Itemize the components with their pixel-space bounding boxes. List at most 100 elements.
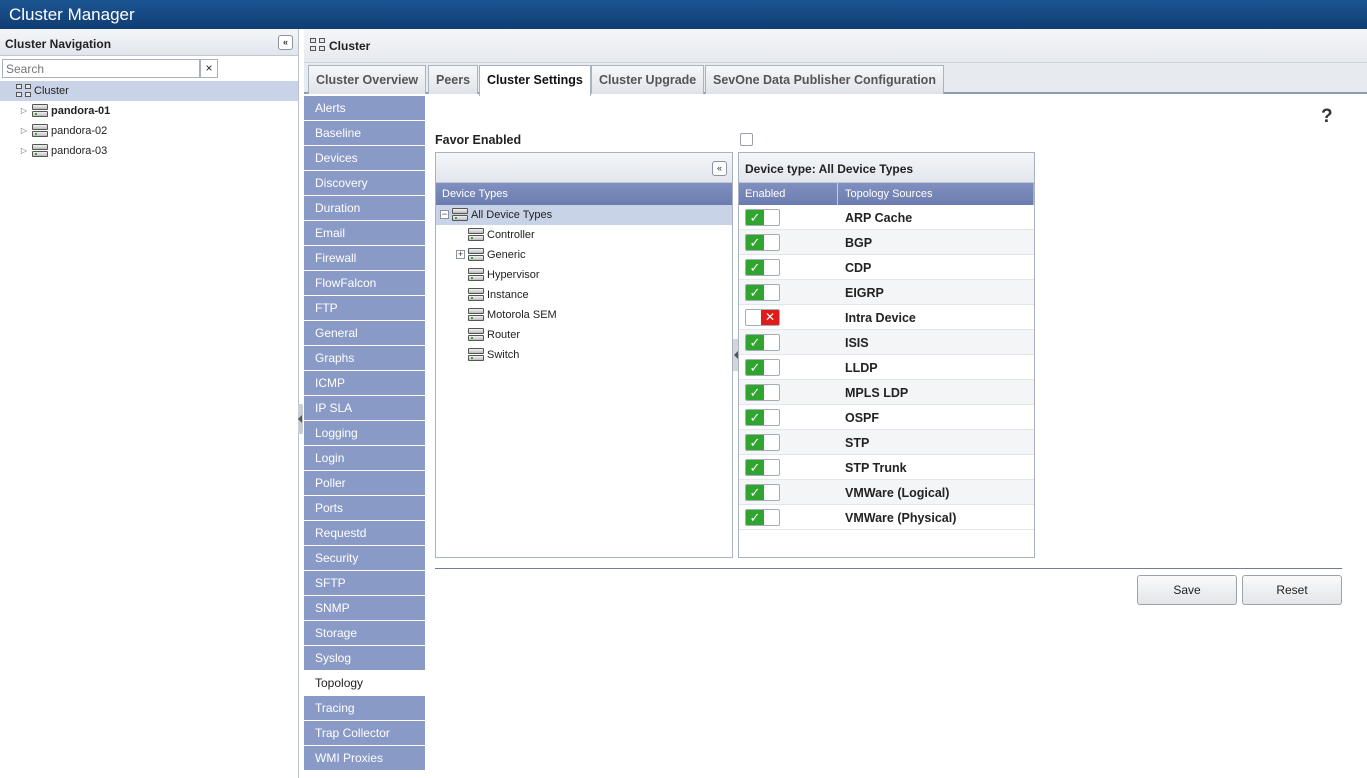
enabled-toggle[interactable]: ✓ [745, 234, 780, 251]
menu-item-ports[interactable]: Ports [304, 496, 425, 521]
device-types-panel: « Device Types − All Device Types Contro… [435, 152, 733, 558]
tree-node-label: pandora-02 [51, 125, 108, 137]
topology-sources-panel: Device type: All Device Types Enabled To… [738, 152, 1035, 558]
menu-item-baseline[interactable]: Baseline [304, 121, 425, 146]
device-type-root[interactable]: − All Device Types [436, 205, 732, 225]
expand-arrow-icon[interactable]: ▷ [19, 101, 29, 121]
menu-item-ip-sla[interactable]: IP SLA [304, 396, 425, 421]
menu-item-wmi-proxies[interactable]: WMI Proxies [304, 746, 425, 771]
device-types-toolbar: « [436, 153, 732, 183]
column-separator [837, 183, 838, 205]
device-type-label: All Device Types [471, 209, 553, 221]
server-icon [32, 104, 48, 118]
tree-node-server[interactable]: ▷ pandora-02 [0, 121, 298, 141]
device-type-item[interactable]: Switch [436, 345, 732, 365]
tab-cluster-settings[interactable]: Cluster Settings [479, 65, 591, 96]
source-name: MPLS LDP [845, 386, 909, 400]
menu-item-alerts[interactable]: Alerts [304, 96, 425, 121]
menu-item-login[interactable]: Login [304, 446, 425, 471]
device-types-column-header: Device Types [436, 183, 732, 205]
menu-item-firewall[interactable]: Firewall [304, 246, 425, 271]
menu-item-poller[interactable]: Poller [304, 471, 425, 496]
device-type-item[interactable]: Router [436, 325, 732, 345]
favor-enabled-label: Favor Enabled [435, 133, 522, 147]
enabled-toggle[interactable]: ✓ [745, 459, 780, 476]
tab-cluster-upgrade[interactable]: Cluster Upgrade [591, 65, 705, 94]
table-row: ✓ EIGRP [739, 280, 1034, 305]
menu-item-topology[interactable]: Topology [304, 671, 425, 696]
menu-item-discovery[interactable]: Discovery [304, 171, 425, 196]
menu-item-trap-collector[interactable]: Trap Collector [304, 721, 425, 746]
tree-node-server[interactable]: ▷ pandora-03 [0, 141, 298, 161]
enabled-toggle[interactable]: ✓ [745, 259, 780, 276]
menu-item-ftp[interactable]: FTP [304, 296, 425, 321]
check-icon: ✓ [746, 510, 764, 525]
menu-item-general[interactable]: General [304, 321, 425, 346]
collapse-panel-icon[interactable]: « [712, 161, 727, 176]
check-icon: ✓ [746, 210, 764, 225]
expand-node-icon[interactable]: + [456, 250, 465, 259]
menu-item-logging[interactable]: Logging [304, 421, 425, 446]
divider [435, 568, 1342, 569]
favor-enabled-checkbox[interactable] [740, 133, 753, 146]
enabled-toggle[interactable]: ✓ [745, 209, 780, 226]
enabled-toggle[interactable]: ✓ [745, 484, 780, 501]
check-icon: ✓ [746, 410, 764, 425]
menu-item-graphs[interactable]: Graphs [304, 346, 425, 371]
search-input[interactable] [2, 59, 200, 78]
cluster-icon [16, 84, 32, 98]
menu-item-tracing[interactable]: Tracing [304, 696, 425, 721]
disabled-toggle[interactable]: ✕ [745, 309, 780, 326]
enabled-toggle[interactable]: ✓ [745, 359, 780, 376]
app-title-bar: Cluster Manager [0, 0, 1367, 29]
device-type-item[interactable]: Motorola SEM [436, 305, 732, 325]
enabled-toggle[interactable]: ✓ [745, 509, 780, 526]
tab-sevone-data-publisher[interactable]: SevOne Data Publisher Configuration [705, 65, 944, 94]
expand-arrow-icon[interactable]: ▷ [19, 141, 29, 161]
menu-item-devices[interactable]: Devices [304, 146, 425, 171]
menu-item-duration[interactable]: Duration [304, 196, 425, 221]
table-row: ✓ STP [739, 430, 1034, 455]
source-name: STP Trunk [845, 461, 907, 475]
menu-item-snmp[interactable]: SNMP [304, 596, 425, 621]
server-icon [452, 208, 468, 222]
device-type-label: Router [487, 329, 521, 341]
collapse-nav-icon[interactable]: « [278, 35, 293, 50]
menu-item-syslog[interactable]: Syslog [304, 646, 425, 671]
menu-item-storage[interactable]: Storage [304, 621, 425, 646]
clear-search-button[interactable]: × [200, 59, 218, 78]
save-button[interactable]: Save [1137, 575, 1237, 605]
menu-item-flowfalcon[interactable]: FlowFalcon [304, 271, 425, 296]
menu-item-email[interactable]: Email [304, 221, 425, 246]
device-type-item[interactable]: Controller [436, 225, 732, 245]
device-type-item[interactable]: Instance [436, 285, 732, 305]
enabled-toggle[interactable]: ✓ [745, 334, 780, 351]
device-type-label: Generic [487, 249, 526, 261]
cross-icon: ✕ [761, 310, 779, 325]
device-type-label: Motorola SEM [487, 309, 557, 321]
app-title: Cluster Manager [9, 5, 135, 24]
tree-node-server[interactable]: ▷ pandora-01 [0, 101, 298, 121]
device-type-item[interactable]: + Generic [436, 245, 732, 265]
table-row: ✓ VMWare (Logical) [739, 480, 1034, 505]
help-icon[interactable]: ? [1321, 106, 1333, 128]
nav-splitter-handle[interactable] [298, 404, 303, 434]
device-type-item[interactable]: Hypervisor [436, 265, 732, 285]
enabled-toggle[interactable]: ✓ [745, 434, 780, 451]
menu-item-requestd[interactable]: Requestd [304, 521, 425, 546]
tab-cluster-overview[interactable]: Cluster Overview [308, 65, 427, 94]
enabled-toggle[interactable]: ✓ [745, 409, 780, 426]
tree-node-cluster[interactable]: Cluster [0, 81, 298, 101]
menu-item-sftp[interactable]: SFTP [304, 571, 425, 596]
enabled-toggle[interactable]: ✓ [745, 384, 780, 401]
check-icon: ✓ [746, 285, 764, 300]
menu-item-security[interactable]: Security [304, 546, 425, 571]
enabled-toggle[interactable]: ✓ [745, 284, 780, 301]
tab-peers[interactable]: Peers [428, 65, 479, 94]
table-row: ✓ OSPF [739, 405, 1034, 430]
collapse-node-icon[interactable]: − [440, 210, 449, 219]
source-name: BGP [845, 236, 873, 250]
reset-button[interactable]: Reset [1242, 575, 1342, 605]
expand-arrow-icon[interactable]: ▷ [19, 121, 29, 141]
menu-item-icmp[interactable]: ICMP [304, 371, 425, 396]
